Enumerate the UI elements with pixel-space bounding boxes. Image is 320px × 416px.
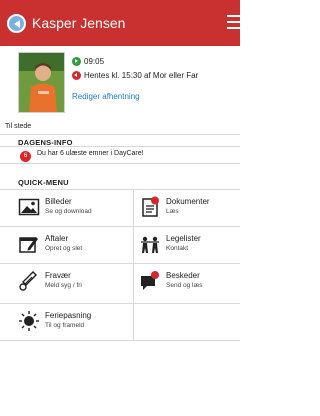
calendar-edit-icon [18, 233, 40, 255]
pickup-status-row: Hentes kl. 15:30 af Mor eller Far [72, 71, 198, 80]
tile-sublabel: Læs [166, 208, 179, 215]
tile-label: Billeder [45, 197, 72, 206]
divider [0, 340, 240, 341]
quick-menu-holiday-care[interactable]: Feriepasning Til og frameld [18, 304, 132, 340]
tile-label: Feriepasning [45, 311, 92, 320]
children-playing-icon [139, 233, 161, 255]
divider [0, 134, 240, 135]
quick-menu-messages[interactable]: Beskeder Send og læs [139, 264, 253, 300]
tile-sublabel: Se og download [45, 208, 92, 215]
tile-label: Legelister [166, 234, 201, 243]
tile-sublabel: Kontakt [166, 245, 189, 252]
edit-pickup-link[interactable]: Rediger afhentning [72, 92, 140, 101]
quick-menu-appointments[interactable]: Aftaler Opret og slet [18, 227, 132, 263]
tile-label: Dokumenter [166, 197, 210, 206]
header-title: Kasper Jensen [32, 15, 126, 31]
arrival-status-row: 09:05 [72, 57, 104, 66]
quick-menu-title: QUICK-MENU [18, 178, 69, 187]
app-header: Kasper Jensen [0, 0, 243, 46]
arrival-time: 09:05 [84, 57, 105, 66]
pickup-text: Hentes kl. 15:30 af Mor eller Far [84, 71, 199, 80]
document-icon [139, 196, 161, 218]
tile-label: Aftaler [45, 234, 69, 243]
thermometer-icon [18, 270, 40, 292]
tile-sublabel: Til og frameld [45, 322, 85, 329]
quick-menu-photos[interactable]: Billeder Se og download [18, 190, 132, 226]
pickup-red-icon [72, 71, 81, 80]
arrival-green-icon [72, 57, 81, 66]
tile-sublabel: Meld syg / fri [45, 282, 82, 289]
tile-label: Beskeder [166, 271, 200, 280]
daily-info-item[interactable]: 6 Du har 6 ulæste emner i DayCare! [20, 150, 144, 162]
child-photo-avatar [18, 52, 65, 113]
tile-sublabel: Send og læs [166, 282, 203, 289]
quick-menu-documents[interactable]: Dokumenter Læs [139, 190, 253, 226]
divider [133, 190, 134, 341]
unread-count-badge: 6 [20, 151, 31, 162]
tile-sublabel: Opret og slet [45, 245, 83, 252]
hamburger-menu-icon[interactable] [227, 15, 243, 29]
presence-status: Til stede [5, 123, 32, 130]
daily-info-message: Du har 6 ulæste emner i DayCare! [37, 150, 144, 157]
photo-icon [18, 196, 40, 218]
sun-icon [18, 310, 40, 332]
quick-menu-absence[interactable]: Fravær Meld syg / fri [18, 264, 132, 300]
tile-label: Fravær [45, 271, 71, 280]
quick-menu-playlists[interactable]: Legelister Kontakt [139, 227, 253, 263]
messages-icon [139, 270, 161, 292]
back-circle-icon[interactable] [7, 14, 26, 33]
divider [0, 146, 240, 147]
divider [0, 163, 240, 164]
